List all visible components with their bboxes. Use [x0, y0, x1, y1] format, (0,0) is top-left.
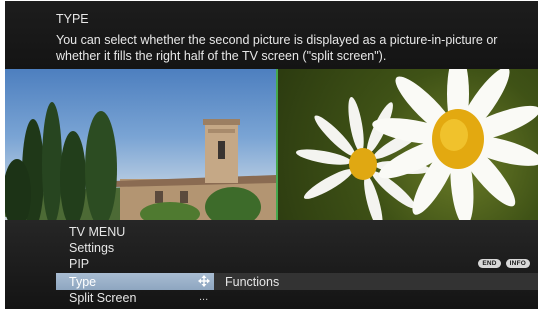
menu-item-type-label: Type	[69, 275, 97, 289]
button-hints: END INFO	[478, 259, 530, 268]
info-badge: INFO	[505, 259, 530, 268]
landscape-image	[5, 102, 276, 220]
daisy-image	[296, 69, 538, 220]
picture-area	[5, 69, 538, 220]
tv-menu: TV MENU Settings PIP END INFO Type Funct…	[5, 220, 538, 309]
menu-item-split-screen[interactable]: Split Screen	[69, 291, 136, 305]
split-screen-value: ...	[199, 291, 209, 303]
breadcrumb-tv-menu: TV MENU	[69, 225, 126, 239]
breadcrumb-pip: PIP	[69, 257, 90, 271]
functions-value[interactable]: Functions	[225, 275, 279, 289]
help-panel: TYPE You can select whether the second p…	[5, 1, 538, 69]
move-icon	[198, 275, 210, 287]
help-title: TYPE	[56, 12, 89, 26]
help-text: You can select whether the second pictur…	[56, 33, 498, 63]
main-picture	[5, 69, 276, 220]
pip-picture	[278, 69, 538, 220]
end-badge: END	[478, 259, 501, 268]
breadcrumb-settings: Settings	[69, 241, 115, 255]
tv-screen: TYPE You can select whether the second p…	[5, 1, 538, 309]
